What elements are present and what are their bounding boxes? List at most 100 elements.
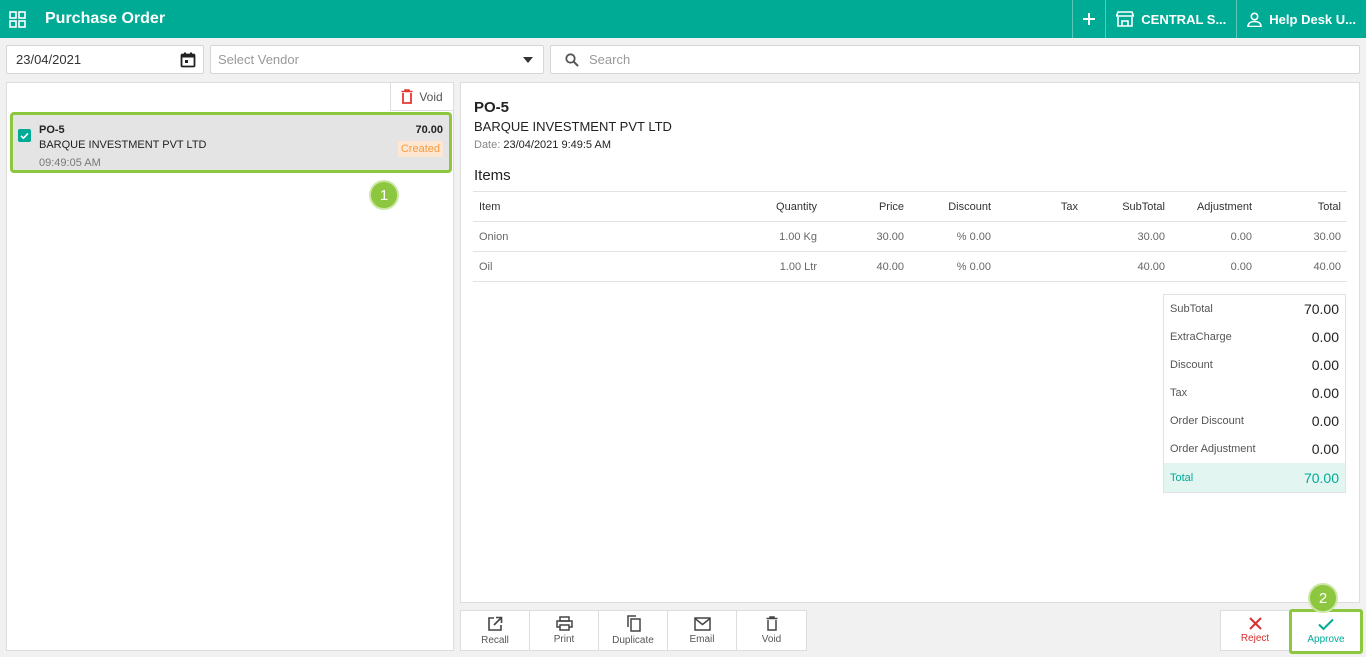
trash-icon: [401, 89, 413, 104]
order-detail-panel: PO-5 BARQUE INVESTMENT PVT LTD Date: 23/…: [460, 82, 1360, 603]
po-number: PO-5: [39, 124, 65, 136]
calendar-icon[interactable]: [180, 52, 196, 68]
approve-button[interactable]: Approve: [1289, 609, 1363, 654]
check-icon: [1318, 618, 1334, 631]
action-toolbar: Recall Print Duplicate Email Void: [460, 610, 807, 651]
plus-icon: [1083, 13, 1096, 25]
col-subtotal: SubTotal: [1084, 191, 1171, 222]
date-field[interactable]: 23/04/2021: [6, 45, 204, 74]
printer-icon: [555, 616, 573, 631]
table-row[interactable]: Oil 1.00 Ltr 40.00 % 0.00 40.00 0.00 40.…: [473, 251, 1347, 282]
order-list-panel: Void PO-5 BARQUE INVESTMENT PVT LTD 09:4…: [6, 82, 454, 651]
search-placeholder: Search: [589, 52, 631, 67]
col-adjustment: Adjustment: [1171, 191, 1258, 222]
summary-label: Discount: [1170, 359, 1213, 371]
summary-value: 0.00: [1311, 357, 1339, 373]
cell-total: 40.00: [1258, 251, 1347, 282]
close-icon: [1248, 617, 1262, 630]
date-value: 23/04/2021: [16, 52, 82, 67]
po-amount: 70.00: [415, 124, 443, 136]
cell-discount: % 0.00: [910, 251, 997, 282]
external-link-icon: [488, 616, 503, 631]
cell-total: 30.00: [1258, 221, 1347, 252]
recall-label: Recall: [481, 634, 509, 646]
summary-row-extracharge: ExtraCharge 0.00: [1164, 323, 1345, 351]
table-row[interactable]: Onion 1.00 Kg 30.00 % 0.00 30.00 0.00 30…: [473, 221, 1347, 252]
duplicate-button[interactable]: Duplicate: [599, 611, 668, 650]
vendor-placeholder: Select Vendor: [218, 52, 299, 67]
col-tax: Tax: [997, 191, 1084, 222]
void-label: Void: [419, 89, 443, 104]
cell-price: 30.00: [823, 221, 910, 252]
detail-date-value: 23/04/2021 9:49:5 AM: [503, 139, 612, 151]
cell-subtotal: 30.00: [1084, 221, 1171, 252]
summary-row-total: Total 70.00: [1164, 463, 1345, 492]
summary-label: Order Adjustment: [1170, 443, 1256, 455]
detail-vendor: BARQUE INVESTMENT PVT LTD: [474, 119, 672, 134]
email-label: Email: [689, 633, 715, 645]
cell-quantity: 1.00 Ltr: [743, 251, 823, 282]
summary-value: 0.00: [1311, 441, 1339, 457]
trash-icon: [766, 616, 777, 631]
col-total: Total: [1258, 191, 1347, 222]
void-button-label: Void: [761, 634, 782, 645]
col-price: Price: [823, 191, 910, 222]
reject-label: Reject: [1240, 633, 1270, 644]
summary-row-order-discount: Order Discount 0.00: [1164, 407, 1345, 435]
cell-price: 40.00: [823, 251, 910, 282]
order-summary: SubTotal 70.00 ExtraCharge 0.00 Discount…: [1163, 294, 1346, 493]
summary-value: 0.00: [1311, 329, 1339, 345]
print-button[interactable]: Print: [530, 611, 599, 650]
po-time: 09:49:05 AM: [39, 157, 101, 169]
approve-label: Approve: [1307, 634, 1345, 645]
add-button[interactable]: [1072, 0, 1105, 38]
cell-adjustment: 0.00: [1171, 221, 1258, 252]
list-item[interactable]: PO-5 BARQUE INVESTMENT PVT LTD 09:49:05 …: [10, 112, 452, 173]
mail-icon: [693, 616, 711, 631]
cell-adjustment: 0.00: [1171, 251, 1258, 282]
location-selector[interactable]: CENTRAL S...: [1105, 0, 1236, 38]
vendor-select[interactable]: Select Vendor: [210, 45, 544, 74]
summary-row-tax: Tax 0.00: [1164, 379, 1345, 407]
status-badge: Created: [397, 141, 443, 157]
chevron-down-icon: [523, 57, 533, 63]
summary-label: Order Discount: [1170, 415, 1244, 427]
summary-row-subtotal: SubTotal 70.00: [1164, 295, 1345, 323]
recall-button[interactable]: Recall: [461, 611, 530, 650]
summary-value: 70.00: [1303, 301, 1339, 317]
cell-quantity: 1.00 Kg: [743, 221, 823, 252]
summary-label: Tax: [1170, 387, 1188, 399]
user-menu[interactable]: Help Desk U...: [1236, 0, 1366, 38]
summary-value: 0.00: [1311, 385, 1339, 401]
print-label: Print: [553, 634, 575, 645]
checkbox-checked-icon[interactable]: [18, 129, 31, 142]
total-value: 70.00: [1303, 469, 1339, 486]
void-button[interactable]: Void: [737, 611, 806, 650]
summary-value: 0.00: [1311, 413, 1339, 429]
summary-row-discount: Discount 0.00: [1164, 351, 1345, 379]
search-input[interactable]: Search: [550, 45, 1360, 74]
table-header-row: Item Quantity Price Discount Tax SubTota…: [473, 191, 1347, 222]
step-marker-1: 1: [369, 180, 399, 210]
reject-button[interactable]: Reject: [1220, 610, 1290, 651]
summary-label: SubTotal: [1170, 303, 1213, 315]
user-label: Help Desk U...: [1269, 11, 1356, 27]
cell-tax: [997, 221, 1084, 252]
po-vendor: BARQUE INVESTMENT PVT LTD: [39, 139, 207, 151]
cell-discount: % 0.00: [910, 221, 997, 252]
duplicate-label: Duplicate: [612, 635, 654, 646]
col-item: Item: [473, 191, 743, 222]
summary-label: ExtraCharge: [1170, 331, 1232, 343]
location-label: CENTRAL S...: [1141, 11, 1227, 27]
void-selected-button[interactable]: Void: [390, 83, 453, 111]
items-heading: Items: [474, 167, 511, 184]
store-icon: [1116, 11, 1135, 27]
apps-grid-icon[interactable]: [9, 11, 26, 28]
items-table: Item Quantity Price Discount Tax SubTota…: [473, 191, 1347, 282]
cell-subtotal: 40.00: [1084, 251, 1171, 282]
email-button[interactable]: Email: [668, 611, 737, 650]
step-marker-2: 2: [1308, 583, 1338, 613]
top-bar: Purchase Order CENTRAL S... Help Desk U.…: [0, 0, 1366, 38]
detail-date: Date: 23/04/2021 9:49:5 AM: [474, 139, 611, 151]
user-icon: [1247, 11, 1263, 27]
